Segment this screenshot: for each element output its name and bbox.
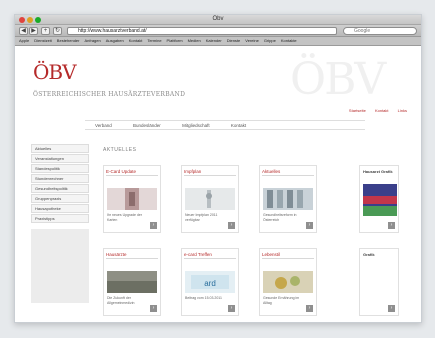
right-teaser-more-button[interactable]: › <box>388 305 395 312</box>
news-card[interactable]: Aktuelles Gesundheitsreform in Österreic… <box>259 165 317 233</box>
arrow-right-icon: › <box>308 222 311 228</box>
news-card-text: Ihr neues Upgrade der Karten <box>107 213 143 222</box>
news-card[interactable]: Lebenstil Gesunde Ernährung im Alltag › <box>259 248 317 316</box>
toplink-links[interactable]: Links <box>398 108 407 113</box>
add-bookmark-button[interactable]: + <box>41 27 50 35</box>
forward-icon: ▶ <box>31 28 36 34</box>
back-icon: ◀ <box>21 28 26 34</box>
bookmark-item[interactable]: Medien <box>188 38 201 43</box>
main-menu: Verband Bundesländer Mitgliedschaft Kont… <box>85 120 365 130</box>
news-card-image <box>185 188 235 210</box>
arrow-right-icon: › <box>390 305 393 311</box>
bookmark-item[interactable]: Bestehender <box>57 38 80 43</box>
sidebar-item-standespolitik[interactable]: Standespolitik <box>31 164 89 173</box>
news-card-more-button[interactable]: › <box>228 222 235 229</box>
reload-icon: ↻ <box>54 28 61 34</box>
sidebar-item-gesundheitspolitik[interactable]: Gesundheitspolitik <box>31 184 89 193</box>
bookmark-item[interactable]: Ausgaben <box>106 38 124 43</box>
arrow-right-icon: › <box>390 222 393 228</box>
web-page: ÖBV ÖBV ÖSTERREICHISCHER HAUSÄRZTEVERBAN… <box>15 46 421 322</box>
arrow-right-icon: › <box>152 305 155 311</box>
news-card-more-button[interactable]: › <box>228 305 235 312</box>
right-teaser-box[interactable]: Hausarzt Grafik › <box>359 165 399 233</box>
news-card-title: Hausärzte <box>106 251 158 259</box>
window-title: Öbv <box>212 16 224 22</box>
news-card-more-button[interactable]: › <box>150 222 157 229</box>
news-card-image <box>107 271 157 293</box>
menu-bundeslaender[interactable]: Bundesländer <box>133 121 161 130</box>
news-card-more-button[interactable]: › <box>306 305 313 312</box>
sidebar-item-hausapotheke[interactable]: Hausapotheke <box>31 204 89 213</box>
news-card-title: Lebenstil <box>262 251 314 259</box>
news-card-image <box>263 271 313 293</box>
top-links: Startseite Kontakt Links <box>341 108 407 113</box>
toplink-startseite[interactable]: Startseite <box>349 108 366 113</box>
news-card-text: Neuer Impfplan 2011 verfügbar <box>185 213 218 222</box>
news-card-title: e-card Treffen <box>184 251 236 259</box>
plus-icon: + <box>43 28 48 34</box>
arrow-right-icon: › <box>230 222 233 228</box>
news-card-more-button[interactable]: › <box>306 222 313 229</box>
news-card[interactable]: Impfplan Neuer Impfplan 2011 verfügbar › <box>181 165 239 233</box>
right-teaser-more-button[interactable]: › <box>388 222 395 229</box>
toplink-kontakt[interactable]: Kontakt <box>375 108 389 113</box>
address-bar[interactable]: http://www.hausarztverband.at/ <box>67 27 337 35</box>
sidebar-item-stundenrechner[interactable]: Stundenrechner <box>31 174 89 183</box>
sidebar: Aktuelles Veranstaltungen Standespolitik… <box>31 144 89 303</box>
right-teaser-title: Grafik <box>363 252 375 257</box>
site-logo[interactable]: ÖBV <box>33 60 77 84</box>
news-card-text: Beitrag vom 15.03.2011 <box>185 296 222 300</box>
arrow-right-icon: › <box>308 305 311 311</box>
sidebar-item-veranstaltungen[interactable]: Veranstaltungen <box>31 154 89 163</box>
browser-window: Öbv ◀ ▶ + ↻ http://www.hausarztverband.a… <box>14 14 422 323</box>
news-card-title: Impfplan <box>184 168 236 176</box>
sidebar-item-praxistipps[interactable]: Praxistipps <box>31 214 89 223</box>
bookmark-item[interactable]: Dienstzeit <box>34 38 52 43</box>
right-teaser-image <box>363 184 397 216</box>
bookmark-item[interactable]: Vereine <box>245 38 259 43</box>
bookmark-item[interactable]: Anfragen <box>84 38 100 43</box>
logo-watermark: ÖBV <box>290 54 386 105</box>
news-card-image <box>263 188 313 210</box>
sidebar-item-gruppenpraxis[interactable]: Gruppenpraxis <box>31 194 89 203</box>
news-card-text: Gesunde Ernährung im Alltag <box>263 296 300 305</box>
news-card[interactable]: e-card Treffen ard Beitrag vom 15.03.201… <box>181 248 239 316</box>
news-card-text: Die Zukunft der Allgemeinmedizin <box>107 296 135 305</box>
right-teaser-box[interactable]: Grafik › <box>359 248 399 316</box>
right-teaser-title: Hausarzt Grafik <box>363 169 393 174</box>
news-heading: AKTUELLES <box>103 147 137 153</box>
menu-kontakt[interactable]: Kontakt <box>231 121 246 130</box>
news-card-title: E-Card Update <box>106 168 158 176</box>
news-card-more-button[interactable]: › <box>150 305 157 312</box>
navigation-toolbar: ◀ ▶ + ↻ http://www.hausarztverband.at/ G… <box>15 25 421 37</box>
bookmark-item[interactable]: Grippe <box>264 38 276 43</box>
sidebar-banner <box>31 229 89 303</box>
sidebar-item-aktuelles[interactable]: Aktuelles <box>31 144 89 153</box>
bookmark-item[interactable]: Kalender <box>206 38 222 43</box>
bookmark-item[interactable]: Dienste <box>227 38 241 43</box>
bookmark-item[interactable]: Kontakt <box>129 38 143 43</box>
site-tagline: ÖSTERREICHISCHER HAUSÄRZTEVERBAND <box>33 91 186 98</box>
bookmark-item[interactable]: Termine <box>147 38 161 43</box>
arrow-right-icon: › <box>152 222 155 228</box>
forward-button[interactable]: ▶ <box>29 27 38 35</box>
back-button[interactable]: ◀ <box>19 27 28 35</box>
menu-mitgliedschaft[interactable]: Mitgliedschaft <box>182 121 210 130</box>
search-input[interactable]: Google <box>343 27 417 35</box>
reload-button[interactable]: ↻ <box>53 27 62 35</box>
bookmarks-bar: Apple Dienstzeit Bestehender Anfragen Ausgab… <box>15 37 421 46</box>
bookmark-item[interactable]: Apple <box>19 38 29 43</box>
svg-text:ard: ard <box>204 279 216 288</box>
news-card-text: Gesundheitsreform in Österreich <box>263 213 297 222</box>
menu-verband[interactable]: Verband <box>95 121 112 130</box>
news-card[interactable]: Hausärzte Die Zukunft der Allgemeinmediz… <box>103 248 161 316</box>
title-bar: Öbv <box>15 15 421 25</box>
news-card-title: Aktuelles <box>262 168 314 176</box>
news-card-image: ard <box>185 271 235 293</box>
arrow-right-icon: › <box>230 305 233 311</box>
bookmark-item[interactable]: Kontakte <box>281 38 297 43</box>
news-card-image <box>107 188 157 210</box>
bookmark-item[interactable]: Plattform <box>167 38 183 43</box>
news-card[interactable]: E-Card Update Ihr neues Upgrade der Kart… <box>103 165 161 233</box>
